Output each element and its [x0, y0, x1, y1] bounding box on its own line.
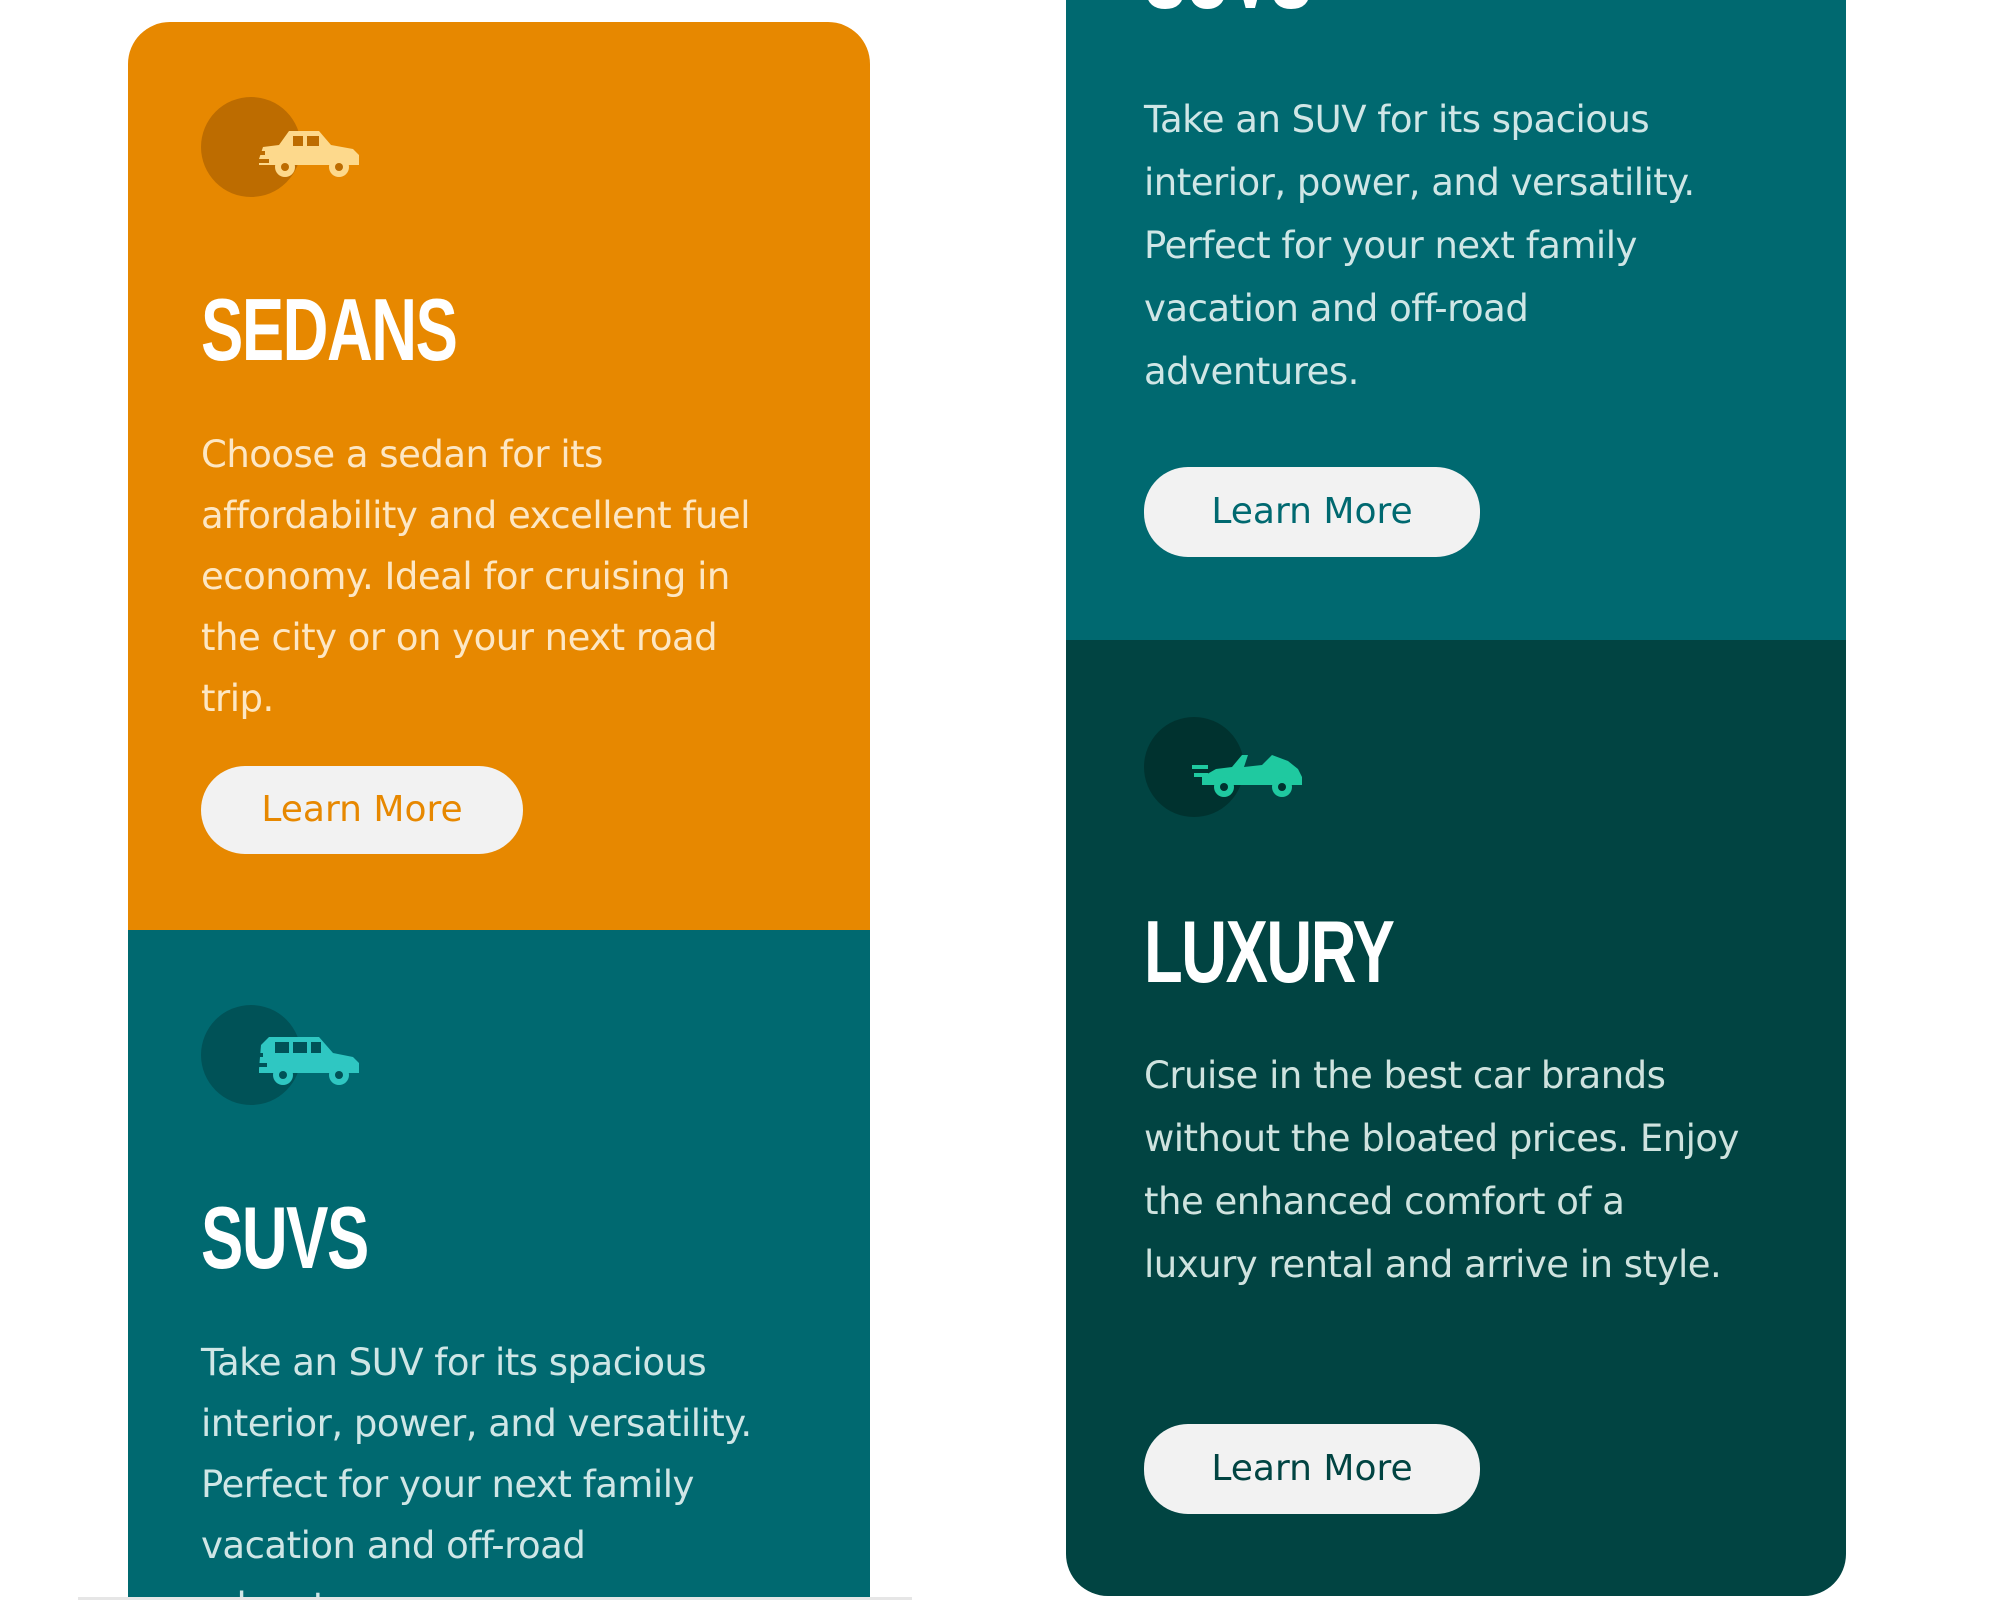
- left-card-column: SEDANS Choose a sedan for its affordabil…: [128, 22, 870, 1600]
- luxury-description: Cruise in the best car brands without th…: [1144, 1054, 1739, 1286]
- suvs-heading-right: SUVS: [1144, 0, 1312, 22]
- luxury-card: LUXURY Cruise in the best car brands wit…: [1066, 640, 1846, 1596]
- suvs-learn-more-button[interactable]: Learn More: [1144, 467, 1480, 557]
- suvs-heading: SUVS: [201, 1188, 369, 1287]
- suvs-description-right: Take an SUV for its spacious interior, p…: [1144, 98, 1695, 393]
- suvs-description: Take an SUV for its spacious interior, p…: [201, 1341, 752, 1600]
- sedan-car-icon: [249, 131, 359, 177]
- luxury-learn-more-button[interactable]: Learn More: [1144, 1424, 1480, 1514]
- suv-icon-badge: [201, 1005, 359, 1105]
- luxury-convertible-icon: [1192, 755, 1302, 797]
- suv-car-icon: [249, 1037, 359, 1085]
- suvs-card-right: SUVS Take an SUV for its spacious interi…: [1066, 0, 1846, 640]
- luxury-heading: LUXURY: [1144, 902, 1395, 1001]
- sedan-icon-badge: [201, 97, 359, 197]
- sedans-description: Choose a sedan for its affordability and…: [201, 433, 750, 720]
- sedans-card: SEDANS Choose a sedan for its affordabil…: [128, 22, 870, 930]
- sedans-heading: SEDANS: [201, 280, 458, 379]
- right-card-column: SUVS Take an SUV for its spacious interi…: [1066, 0, 1846, 1596]
- sedans-learn-more-button[interactable]: Learn More: [201, 766, 523, 854]
- luxury-icon-badge: [1144, 717, 1302, 817]
- suvs-card: SUVS Take an SUV for its spacious interi…: [128, 930, 870, 1600]
